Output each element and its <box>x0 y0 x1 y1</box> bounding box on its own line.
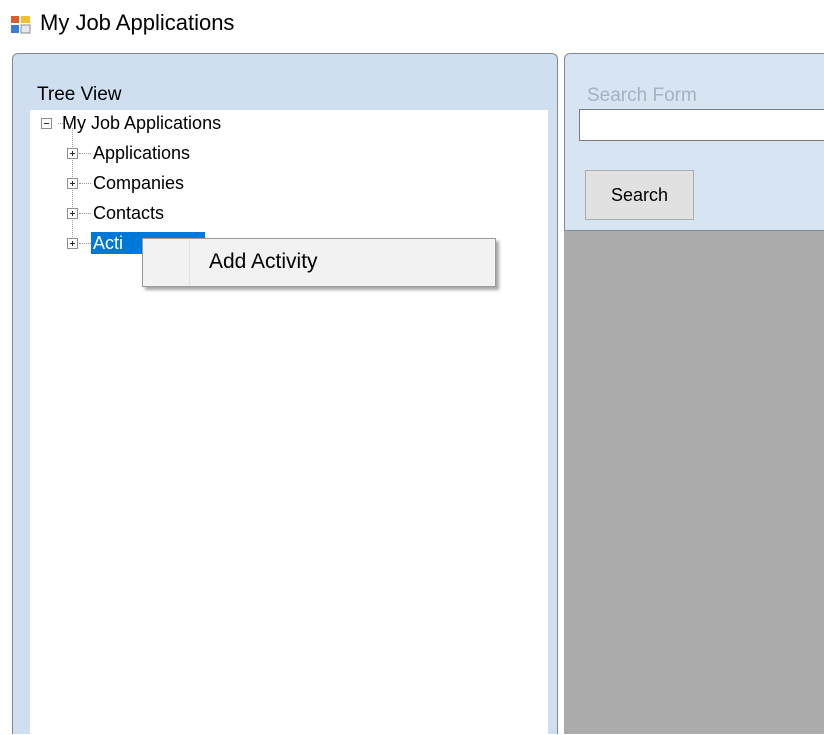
tree-view-group: Tree View My Job Applications Applicatio… <box>12 53 558 735</box>
tree-node-label: My Job Applications <box>62 113 222 133</box>
tree-view-title: Tree View <box>37 84 122 105</box>
mdi-workspace <box>564 231 824 734</box>
title-bar: My Job Applications <box>0 0 824 46</box>
tree-node-label: Applications <box>93 143 191 163</box>
collapse-icon[interactable] <box>41 118 52 129</box>
expand-icon[interactable] <box>67 148 78 159</box>
expand-icon[interactable] <box>67 178 78 189</box>
search-form-group: Search Form Search <box>564 53 824 231</box>
tree-view[interactable]: My Job Applications Applications Compani… <box>30 110 548 735</box>
tree-node-label: Contacts <box>93 203 165 223</box>
search-form-title: Search Form <box>587 85 697 106</box>
main-window-client: Tree View My Job Applications Applicatio… <box>0 46 824 735</box>
app-icon <box>11 16 31 34</box>
tree-node-label: Companies <box>93 173 185 193</box>
tree-node-contacts[interactable]: Contacts <box>30 202 250 224</box>
context-menu: Add Activity <box>142 238 496 287</box>
window-title: My Job Applications <box>40 10 235 35</box>
search-button[interactable]: Search <box>585 170 694 220</box>
expand-icon[interactable] <box>67 238 78 249</box>
tree-node-applications[interactable]: Applications <box>30 142 250 164</box>
search-input[interactable] <box>579 109 824 141</box>
tree-node-companies[interactable]: Companies <box>30 172 250 194</box>
add-activity-menu-item[interactable]: Add Activity <box>145 241 493 284</box>
tree-node-root[interactable]: My Job Applications <box>41 112 271 134</box>
expand-icon[interactable] <box>67 208 78 219</box>
menu-item-label: Add Activity <box>209 250 318 273</box>
